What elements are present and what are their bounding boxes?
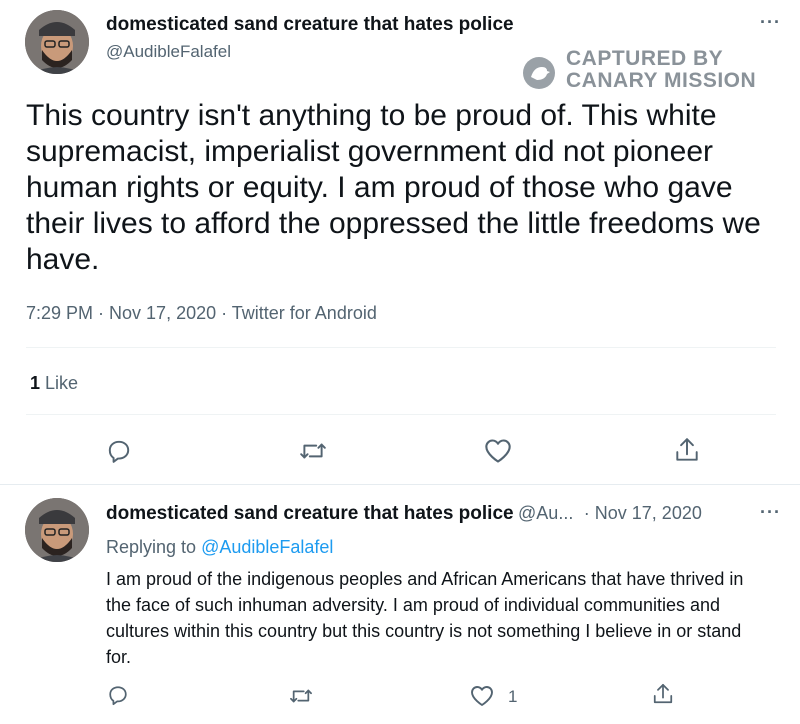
share-icon[interactable]: [674, 436, 700, 464]
like-label: Like: [45, 373, 79, 393]
tweet-text: This country isn't anything to be proud …: [26, 99, 761, 276]
replying-to: Replying to @AudibleFalafel: [106, 537, 333, 558]
tweet-timestamp[interactable]: 7:29 PM · Nov 17, 2020 · Twitter for And…: [26, 303, 377, 324]
watermark: CAPTURED BY CANARY MISSION: [520, 48, 780, 94]
reply-icon[interactable]: [106, 438, 132, 464]
retweet-icon[interactable]: [299, 438, 327, 464]
user-handle[interactable]: @AudibleFalafel: [106, 42, 231, 62]
watermark-line1: CAPTURED BY: [566, 47, 724, 70]
avatar-image: [25, 10, 89, 74]
reply-more-options-icon[interactable]: ···: [760, 502, 781, 523]
share-icon[interactable]: [652, 682, 674, 706]
reply-display-name[interactable]: domesticated sand creature that hates po…: [106, 503, 514, 524]
reply-avatar[interactable]: [25, 498, 89, 562]
replying-handle-link[interactable]: @AudibleFalafel: [201, 537, 333, 557]
reply-icon[interactable]: [107, 684, 129, 706]
like-stats[interactable]: 1 Like: [30, 373, 78, 394]
divider: [0, 484, 800, 485]
watermark-line2: CANARY MISSION: [566, 69, 757, 92]
replying-prefix: Replying to: [106, 537, 197, 557]
reply-tweet-text: I am proud of the indigenous peoples and…: [106, 569, 744, 667]
divider: [26, 414, 776, 415]
reply-date[interactable]: · Nov 17, 2020: [584, 503, 702, 523]
retweet-icon[interactable]: [289, 685, 313, 707]
reply-user-handle[interactable]: @Au...: [518, 503, 573, 523]
display-name[interactable]: domesticated sand creature that hates po…: [106, 14, 514, 36]
canary-bird-icon: [523, 57, 555, 89]
like-count: 1: [30, 373, 41, 393]
reply-like-count: 1: [508, 687, 518, 706]
avatar[interactable]: [25, 10, 89, 74]
reply-header: domesticated sand creature that hates po…: [106, 503, 702, 525]
more-options-icon[interactable]: ···: [760, 12, 781, 33]
avatar-image: [25, 498, 89, 562]
heart-icon[interactable]: [470, 685, 494, 707]
divider: [26, 347, 776, 348]
heart-icon[interactable]: [484, 438, 512, 464]
